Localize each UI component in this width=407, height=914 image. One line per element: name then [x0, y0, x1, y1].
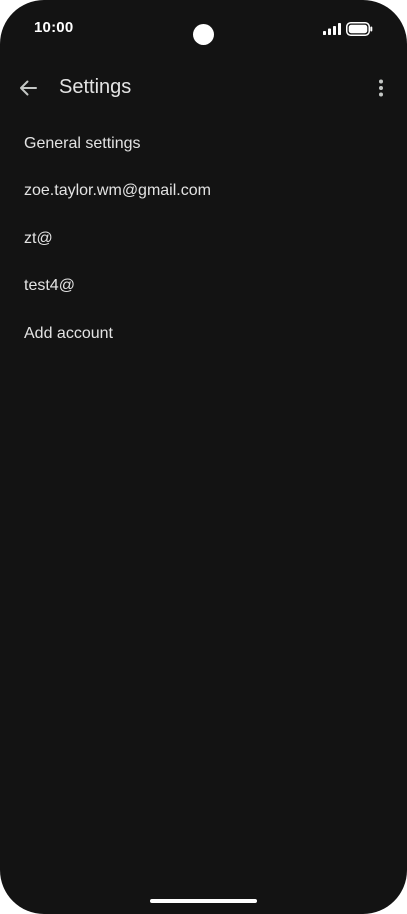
status-time: 10:00	[34, 19, 74, 36]
settings-item-label: zoe.taylor.wm@gmail.com	[24, 182, 211, 200]
settings-item-label: General settings	[24, 134, 141, 152]
app-bar: Settings	[0, 62, 407, 118]
settings-item-label: test4@	[24, 277, 75, 295]
settings-item-account-zt[interactable]: zt@	[0, 215, 407, 263]
settings-item-general[interactable]: General settings	[0, 120, 407, 168]
more-options-button[interactable]	[366, 70, 396, 106]
settings-item-add-account[interactable]: Add account	[0, 310, 407, 358]
more-vert-icon	[379, 79, 383, 97]
camera-cutout	[193, 24, 214, 45]
signal-icon	[323, 23, 341, 35]
settings-item-label: zt@	[24, 229, 53, 247]
settings-item-account-zoe[interactable]: zoe.taylor.wm@gmail.com	[0, 168, 407, 216]
back-button[interactable]	[10, 70, 46, 106]
page-title: Settings	[59, 76, 132, 98]
arrow-back-icon	[20, 80, 37, 96]
settings-item-label: Add account	[24, 324, 113, 342]
phone-screen: 10:00 Settings General settings zoe.tayl…	[0, 0, 407, 914]
settings-list: General settings zoe.taylor.wm@gmail.com…	[0, 120, 407, 358]
battery-icon	[346, 22, 373, 36]
home-indicator[interactable]	[150, 899, 257, 903]
status-bar: 10:00	[0, 0, 407, 58]
settings-item-account-test4[interactable]: test4@	[0, 263, 407, 311]
